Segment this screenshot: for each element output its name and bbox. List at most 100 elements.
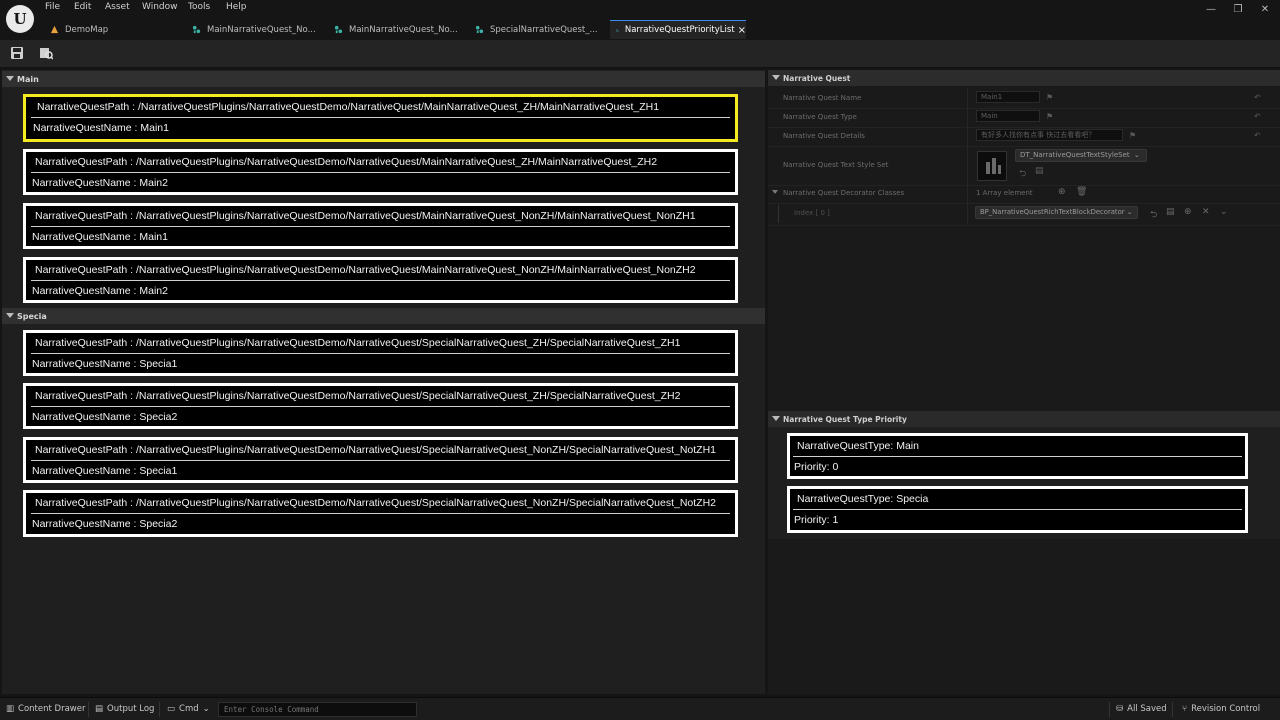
tab-narrativequestprioritylist[interactable]: NarrativeQuestPriorityList × xyxy=(610,20,746,39)
close-tab-icon[interactable]: × xyxy=(738,25,746,36)
menu-tools[interactable]: Tools xyxy=(188,2,210,12)
quest-card[interactable]: NarrativeQuestPath : /NarrativeQuestPlug… xyxy=(23,94,738,142)
revision-control-label: Revision Control xyxy=(1191,704,1261,714)
flag-icon[interactable]: ⚑ xyxy=(1129,131,1137,140)
separator xyxy=(88,702,89,717)
collapse-arrow-icon[interactable] xyxy=(6,76,14,81)
reset-icon[interactable]: ↶ xyxy=(1254,112,1261,121)
browse-icon[interactable]: ▤ xyxy=(1035,166,1044,176)
decorator-class-dropdown[interactable]: BP_NarrativeQuestRichTextBlockDecorator … xyxy=(975,206,1138,219)
quest-path: NarrativeQuestPath : /NarrativeQuestPlug… xyxy=(35,337,681,349)
chevron-down-icon: ⌄ xyxy=(1133,151,1140,159)
quest-card[interactable]: NarrativeQuestPath : /NarrativeQuestPlug… xyxy=(23,149,738,195)
flag-icon[interactable]: ⚑ xyxy=(1046,93,1054,102)
quest-type: NarrativeQuestType: Main xyxy=(797,440,919,452)
quest-card[interactable]: NarrativeQuestPath : /NarrativeQuestPlug… xyxy=(23,437,738,483)
menu-help[interactable]: Help xyxy=(226,2,247,12)
section-header-main[interactable]: Main xyxy=(2,71,765,87)
asset-thumbnail[interactable] xyxy=(977,151,1007,181)
divider xyxy=(31,280,730,281)
tab-label: DemoMap xyxy=(65,24,109,35)
flag-icon[interactable]: ⚑ xyxy=(1046,112,1054,121)
collapse-arrow-icon[interactable] xyxy=(772,416,780,421)
content-drawer-button[interactable]: ▥ Content Drawer xyxy=(6,704,85,714)
collapse-arrow-icon[interactable] xyxy=(6,313,14,318)
property-label: Narrative Quest Text Style Set xyxy=(783,161,889,169)
property-label: Narrative Quest Details xyxy=(783,132,865,140)
quest-name: NarrativeQuestName : Specia1 xyxy=(32,358,178,370)
output-log-button[interactable]: ▤ Output Log xyxy=(95,704,154,714)
quest-name: NarrativeQuestName : Specia2 xyxy=(32,411,178,423)
priority-header[interactable]: Narrative Quest Type Priority xyxy=(768,411,1280,427)
quest-name-field[interactable]: Main1 xyxy=(976,91,1040,103)
tab-mainnarrativequest-1[interactable]: MainNarrativeQuest_No... xyxy=(186,20,318,39)
priority-card[interactable]: NarrativeQuestType: Main Priority: 0 xyxy=(787,433,1248,479)
minimize-button[interactable]: — xyxy=(1203,4,1219,15)
quest-type-field[interactable]: Main xyxy=(976,110,1040,122)
add-element-icon[interactable]: ⊕ xyxy=(1058,187,1066,197)
divider xyxy=(31,226,730,227)
menu-window[interactable]: Window xyxy=(142,2,178,12)
reset-icon[interactable]: ↶ xyxy=(1254,93,1261,102)
text-style-set-dropdown[interactable]: DT_NarrativeQuestTextStyleSet ⌄ xyxy=(1015,149,1147,162)
collapse-arrow-icon[interactable] xyxy=(772,75,780,80)
reset-icon[interactable]: ↶ xyxy=(1254,131,1261,140)
quest-name: NarrativeQuestName : Specia1 xyxy=(32,465,178,477)
quest-path: NarrativeQuestPath : /NarrativeQuestPlug… xyxy=(35,210,696,222)
divider xyxy=(31,406,730,407)
quest-card[interactable]: NarrativeQuestPath : /NarrativeQuestPlug… xyxy=(23,383,738,429)
remove-icon[interactable]: ✕ xyxy=(1202,207,1210,217)
details-title: Narrative Quest xyxy=(783,73,851,83)
separator xyxy=(1109,702,1110,717)
browse-asset-icon[interactable] xyxy=(39,46,53,60)
close-window-button[interactable]: ✕ xyxy=(1257,4,1273,15)
expand-arrow-icon[interactable] xyxy=(772,190,778,194)
tab-mainnarrativequest-2[interactable]: MainNarrativeQuest_No... xyxy=(328,20,460,39)
clear-icon[interactable]: ⊕ xyxy=(1184,207,1192,217)
quest-card[interactable]: NarrativeQuestPath : /NarrativeQuestPlug… xyxy=(23,330,738,376)
priority-card[interactable]: NarrativeQuestType: Specia Priority: 1 xyxy=(787,486,1248,533)
divider xyxy=(31,460,730,461)
unreal-logo-icon[interactable]: U xyxy=(6,5,34,33)
content-drawer-label: Content Drawer xyxy=(18,704,86,714)
use-selected-icon[interactable]: ⮌ xyxy=(1150,207,1157,223)
tab-label: MainNarrativeQuest_No... xyxy=(349,24,458,35)
dropdown-value: DT_NarrativeQuestTextStyleSet xyxy=(1020,151,1130,159)
divider xyxy=(31,172,730,173)
quest-card[interactable]: NarrativeQuestPath : /NarrativeQuestPlug… xyxy=(23,257,738,303)
quest-list-panel: Main NarrativeQuestPath : /NarrativeQues… xyxy=(2,70,765,694)
menu-edit[interactable]: Edit xyxy=(74,2,91,12)
quest-path: NarrativeQuestPath : /NarrativeQuestPlug… xyxy=(35,497,717,509)
chevron-down-icon[interactable]: ⌄ xyxy=(1220,207,1228,217)
data-asset-icon xyxy=(192,25,201,34)
menu-file[interactable]: File xyxy=(45,2,60,12)
quest-details-field[interactable]: 有好多人找你有点事 快过去看看吧？ xyxy=(976,129,1123,141)
cmd-label: Cmd xyxy=(179,704,199,714)
delete-all-icon[interactable]: 🗑 xyxy=(1076,187,1087,197)
quest-name: NarrativeQuestName : Main2 xyxy=(32,177,168,189)
divider xyxy=(793,509,1242,510)
restore-button[interactable]: ❐ xyxy=(1230,4,1246,15)
output-log-label: Output Log xyxy=(107,704,155,714)
quest-path: NarrativeQuestPath : /NarrativeQuestPlug… xyxy=(35,156,658,168)
dropdown-value: BP_NarrativeQuestRichTextBlockDecorator xyxy=(980,208,1125,216)
details-header[interactable]: Narrative Quest xyxy=(768,70,1280,86)
divider xyxy=(31,117,730,118)
browse-icon[interactable]: ▤ xyxy=(1166,207,1175,217)
tab-specialnarrativequest[interactable]: SpecialNarrativeQuest_... xyxy=(469,20,603,39)
revision-control-button[interactable]: ⑂ Revision Control xyxy=(1182,704,1260,714)
all-saved-button[interactable]: ⛁ All Saved xyxy=(1116,704,1167,714)
console-command-input[interactable] xyxy=(218,702,417,717)
details-panel: Narrative Quest Narrative Quest Name Mai… xyxy=(768,70,1280,694)
quest-card[interactable]: NarrativeQuestPath : /NarrativeQuestPlug… xyxy=(23,490,738,537)
section-title: Specia xyxy=(17,311,47,321)
cmd-dropdown[interactable]: ▭ Cmd ⌄ xyxy=(167,704,210,714)
use-selected-icon[interactable]: ⮌ xyxy=(1019,166,1026,182)
separator xyxy=(159,702,160,717)
section-header-specia[interactable]: Specia xyxy=(2,308,765,324)
divider xyxy=(31,513,730,514)
tab-demomap[interactable]: DemoMap xyxy=(44,20,174,39)
save-icon[interactable] xyxy=(10,46,24,60)
menu-asset[interactable]: Asset xyxy=(105,2,130,12)
quest-card[interactable]: NarrativeQuestPath : /NarrativeQuestPlug… xyxy=(23,203,738,249)
